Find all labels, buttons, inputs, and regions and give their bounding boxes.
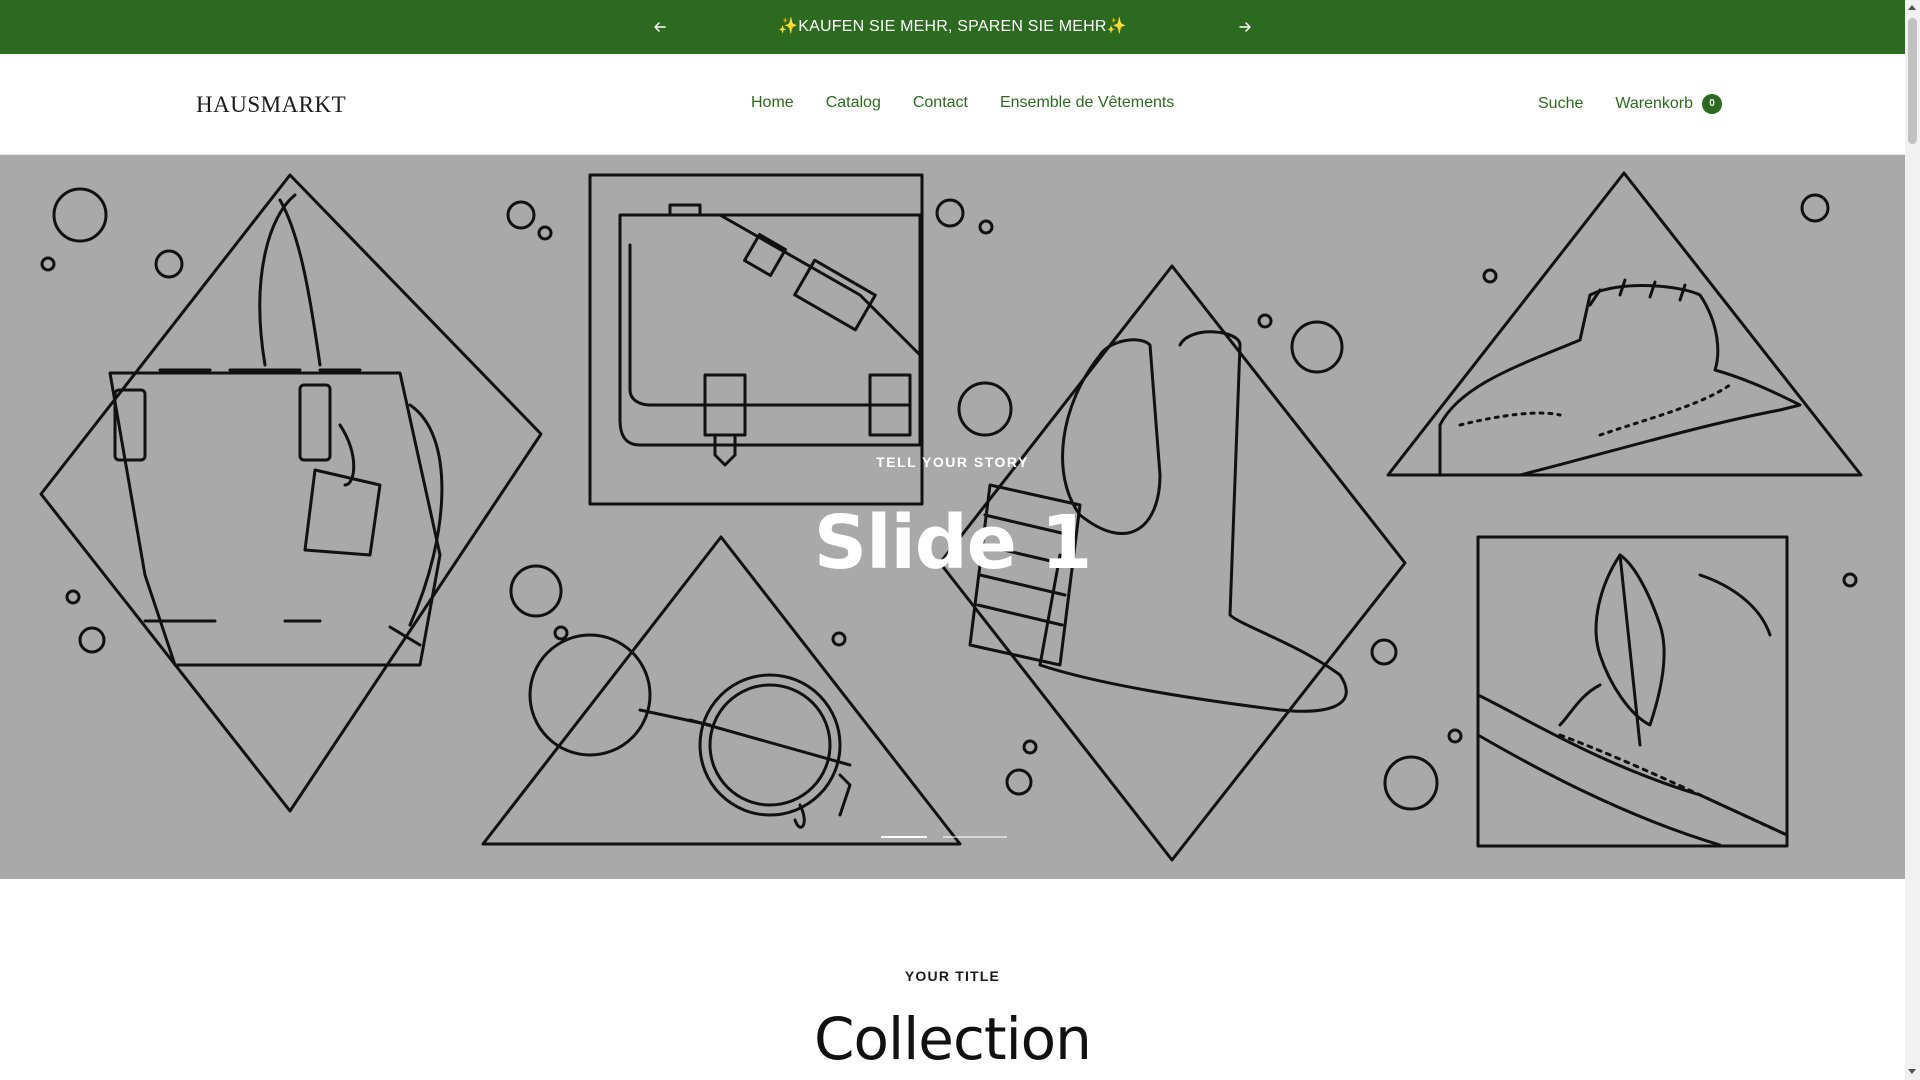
- announcement-text: ✨KAUFEN SIE MEHR, SPAREN SIE MEHR✨: [778, 18, 1127, 35]
- nav-home[interactable]: Home: [751, 94, 794, 112]
- header-utilities: Suche Warenkorb 0: [1538, 94, 1723, 114]
- announcement-next-button[interactable]: [1235, 17, 1255, 37]
- hero-subheading: TELL YOUR STORY: [876, 454, 1029, 470]
- slide-dot-1[interactable]: [881, 836, 927, 838]
- cart-link[interactable]: Warenkorb 0: [1615, 94, 1723, 114]
- cart-label[interactable]: Warenkorb: [1615, 95, 1693, 113]
- slide-dot-2[interactable]: [943, 836, 1007, 838]
- search-link[interactable]: Suche: [1538, 95, 1583, 113]
- site-header: HAUSMARKT Home Catalog Contact Ensemble …: [0, 54, 1905, 155]
- scroll-thumb[interactable]: [1908, 18, 1917, 144]
- main-nav: Home Catalog Contact Ensemble de Vêtemen…: [751, 94, 1174, 112]
- hero-slideshow: TELL YOUR STORY Slide 1: [0, 155, 1905, 879]
- slide-pagination: [881, 836, 1007, 838]
- announcement-bar: ✨KAUFEN SIE MEHR, SPAREN SIE MEHR✨: [0, 0, 1905, 54]
- nav-contact[interactable]: Contact: [913, 94, 968, 112]
- page-scrollbar[interactable]: [1905, 0, 1920, 1080]
- nav-catalog[interactable]: Catalog: [826, 94, 881, 112]
- section-subheading: YOUR TITLE: [904, 968, 1001, 984]
- scroll-down-arrow-icon[interactable]: [1908, 1069, 1916, 1074]
- nav-ensemble[interactable]: Ensemble de Vêtements: [1000, 94, 1174, 112]
- site-logo[interactable]: HAUSMARKT: [196, 92, 346, 118]
- arrow-right-icon: [1239, 22, 1251, 32]
- scroll-up-arrow-icon[interactable]: [1908, 5, 1916, 10]
- hero-title: Slide 1: [813, 500, 1092, 586]
- cart-count-badge: 0: [1702, 94, 1723, 114]
- section-title: Collection: [814, 1005, 1092, 1073]
